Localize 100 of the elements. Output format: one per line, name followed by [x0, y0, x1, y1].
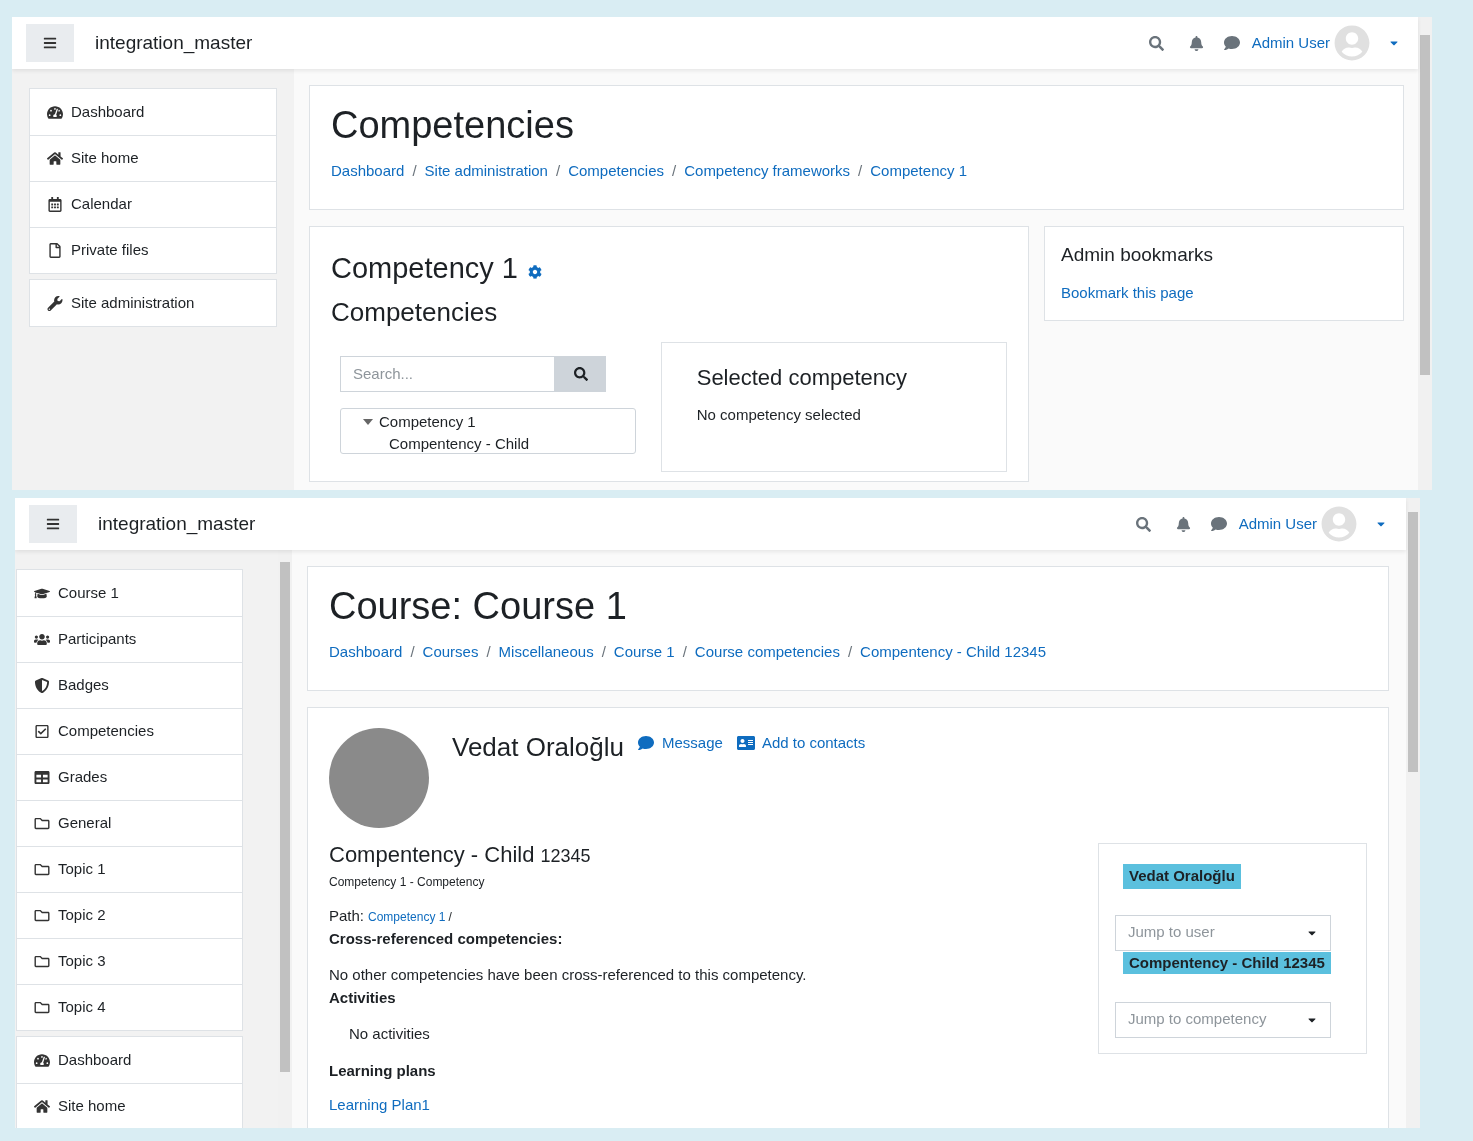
- nav-item[interactable]: Topic 4: [17, 984, 242, 1030]
- scrollbar[interactable]: [278, 550, 292, 1128]
- nav-item[interactable]: Private files: [30, 227, 276, 273]
- search-icon[interactable]: [1148, 35, 1164, 51]
- framework-title: Competency 1: [331, 251, 518, 286]
- cross-reference-text: No other competencies have been cross-referenced to this competency.: [329, 965, 808, 985]
- user-name-link[interactable]: Admin User: [1238, 512, 1317, 536]
- panel-title: Selected competency: [696, 363, 909, 392]
- menu-icon: [43, 36, 57, 50]
- nav-item[interactable]: Topic 3: [17, 938, 242, 984]
- nav-item[interactable]: Topic 1: [17, 846, 242, 892]
- add-contact-link[interactable]: Add to contacts: [736, 732, 866, 755]
- users-icon: [34, 632, 50, 647]
- folder-icon: [34, 954, 50, 969]
- contact-card-icon: [736, 735, 755, 752]
- nav-item[interactable]: Site home: [30, 135, 276, 181]
- scrollbar-thumb[interactable]: [280, 562, 290, 1072]
- breadcrumb-separator: /: [858, 160, 863, 181]
- breadcrumb-link[interactable]: Course competencies: [694, 640, 840, 664]
- activities-text: No activities: [349, 1024, 431, 1044]
- breadcrumb-separator: /: [486, 641, 491, 662]
- nav-item[interactable]: Participants: [17, 616, 242, 662]
- user-name: Vedat Oraloğlu: [452, 731, 624, 764]
- path-separator: /: [448, 909, 452, 926]
- nav-item[interactable]: Calendar: [30, 181, 276, 227]
- message-link[interactable]: Message: [638, 732, 723, 755]
- scrollbar-thumb[interactable]: [1408, 512, 1418, 772]
- breadcrumb-separator: /: [847, 641, 853, 662]
- search-icon[interactable]: [1135, 516, 1151, 532]
- path-label: Path:: [329, 906, 365, 926]
- nav-item[interactable]: Topic 2: [17, 892, 242, 938]
- breadcrumb-separator: /: [555, 160, 561, 181]
- breadcrumb-link[interactable]: Course 1: [613, 640, 675, 664]
- calendar-icon: [47, 197, 63, 212]
- breadcrumb-link[interactable]: Dashboard: [331, 159, 405, 183]
- search-button[interactable]: [555, 355, 606, 392]
- nav-item[interactable]: General: [17, 800, 242, 846]
- breadcrumb-separator: /: [601, 641, 606, 662]
- folder-icon: [34, 908, 50, 923]
- menu-button[interactable]: [26, 24, 74, 62]
- bookmark-link[interactable]: Bookmark this page: [1061, 281, 1387, 304]
- wrench-icon: [47, 295, 63, 311]
- panel-text: No competency selected: [696, 404, 862, 425]
- home-icon: [47, 151, 63, 166]
- breadcrumb-link[interactable]: Miscellaneous: [498, 640, 594, 664]
- shield-icon: [34, 678, 50, 693]
- dashboard-icon: [47, 104, 63, 120]
- scrollbar[interactable]: [1418, 17, 1432, 490]
- nav-item[interactable]: Badges: [17, 662, 242, 708]
- nav-item[interactable]: Site administration: [30, 280, 276, 326]
- scrollbar-thumb[interactable]: [1420, 35, 1430, 375]
- nav-item[interactable]: Course 1: [17, 570, 242, 616]
- notification-icon[interactable]: [1175, 516, 1191, 532]
- breadcrumb-link[interactable]: Competency frameworks: [684, 159, 851, 183]
- nav-item[interactable]: Competencies: [17, 708, 242, 754]
- nav-item[interactable]: Dashboard: [30, 89, 276, 135]
- section-heading: Competencies: [331, 295, 499, 329]
- breadcrumb-link[interactable]: Site administration: [424, 159, 548, 183]
- user-label: Vedat Oraloğlu: [1123, 864, 1241, 889]
- learning-plans-heading: Learning plans: [329, 1060, 437, 1081]
- nav-item[interactable]: Grades: [17, 754, 242, 800]
- checkbox-icon: [34, 724, 50, 739]
- message-icon[interactable]: [1223, 35, 1240, 51]
- notification-icon[interactable]: [1188, 35, 1204, 51]
- tree-item[interactable]: Competency 1: [379, 410, 476, 433]
- page-title: Course: Course 1: [329, 585, 628, 629]
- nav-item[interactable]: Dashboard: [17, 1037, 242, 1083]
- message-icon[interactable]: [1210, 516, 1227, 532]
- competency-select[interactable]: Jump to competency: [1115, 1001, 1331, 1038]
- search-icon: [573, 366, 588, 381]
- settings-icon[interactable]: [528, 264, 542, 279]
- breadcrumb-link[interactable]: Competencies: [568, 159, 665, 183]
- breadcrumb-link[interactable]: Compentency - Child 12345: [860, 640, 1047, 664]
- folder-icon: [34, 816, 50, 831]
- breadcrumb-link[interactable]: Dashboard: [329, 640, 403, 664]
- user-select[interactable]: Jump to user: [1115, 914, 1331, 951]
- breadcrumb-separator: /: [682, 641, 687, 662]
- competency-title: Compentency - Child 12345: [329, 841, 592, 869]
- file-icon: [47, 243, 63, 258]
- page-title: Competencies: [331, 104, 575, 148]
- dashboard-icon: [34, 1052, 50, 1068]
- breadcrumb-separator: /: [672, 160, 677, 181]
- expander-icon[interactable]: [363, 418, 373, 425]
- search-field[interactable]: Search...: [340, 355, 555, 392]
- breadcrumb-separator: /: [410, 641, 415, 662]
- path-link[interactable]: Competency 1: [368, 908, 446, 926]
- menu-button[interactable]: [29, 505, 77, 543]
- learning-plan-link[interactable]: Learning Plan1: [329, 1094, 1098, 1117]
- breadcrumb-link[interactable]: Courses: [422, 640, 479, 664]
- framework-name: Competency 1 - Competency: [329, 874, 486, 891]
- scrollbar[interactable]: [1406, 498, 1420, 1128]
- block-title: Admin bookmarks: [1061, 243, 1215, 267]
- tree-item[interactable]: Compentency - Child: [389, 433, 530, 455]
- speech-bubble-icon: [638, 735, 654, 752]
- user-name-link[interactable]: Admin User: [1251, 31, 1330, 55]
- table-icon: [34, 770, 50, 785]
- folder-icon: [34, 862, 50, 877]
- breadcrumb-link[interactable]: Competency 1: [870, 159, 967, 183]
- nav-item[interactable]: Site home: [17, 1083, 242, 1128]
- folder-icon: [34, 1000, 50, 1015]
